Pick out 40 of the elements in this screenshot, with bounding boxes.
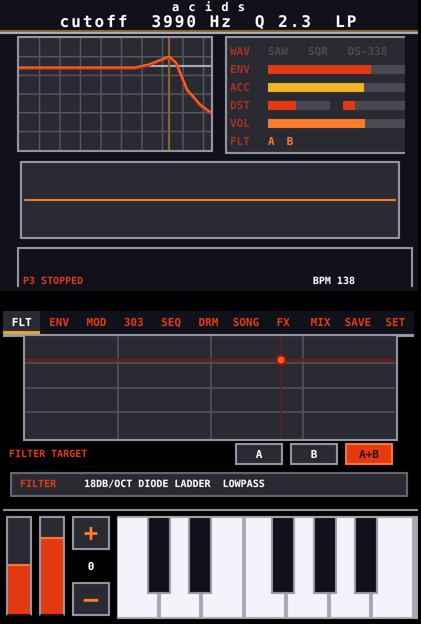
parameter-readout: 3990 Hz [151,14,233,30]
row-label: ACC [230,81,251,94]
vertical-slider[interactable] [39,516,65,616]
xy-pad[interactable] [23,334,398,441]
row-label: DST [230,99,251,112]
vertical-slider[interactable] [6,516,32,616]
tab[interactable]: FLT [3,311,40,334]
row-label: FLT [230,135,251,148]
plus-button[interactable]: + [72,516,110,550]
parameter-readout: cutoff [60,14,130,30]
tab[interactable]: ENV [40,311,78,334]
tab[interactable]: DRM [190,311,228,334]
tab[interactable]: 303 [115,311,152,334]
app-title: a c i d s [170,0,248,14]
piano-keyboard[interactable] [117,516,418,619]
target-button[interactable]: A+B [345,443,393,465]
parameter-readout: LP [335,14,358,30]
tab[interactable]: FX [264,311,302,334]
option-label: B [286,135,294,148]
parameter-readout: Q 2.3 [254,14,314,30]
pad-cursor[interactable] [276,354,286,366]
tab[interactable]: MIX [302,311,340,334]
target-button[interactable]: A [235,443,283,465]
filter-target-label: FILTER TARGET [9,448,88,460]
target-button[interactable]: B [290,443,338,465]
row-label: ENV [230,63,251,76]
filter-label: FILTER [20,479,56,490]
bpm-readout: BPM 138 [312,276,355,287]
tab[interactable]: SET [376,311,414,334]
tab[interactable]: MOD [78,311,116,334]
status-text: P3 STOPPED [23,276,84,287]
filter-type: 18DB/OCT DIODE LADDER LOWPASS [84,479,265,490]
row-label: WAV [230,45,251,58]
tab[interactable]: SONG [227,311,265,334]
minus-button[interactable]: — [72,582,110,616]
octave-value: 0 [88,560,94,572]
option-label: A [268,135,275,148]
tab[interactable]: SEQ [152,311,190,334]
tab[interactable]: SAVE [339,311,377,334]
row-label: VOL [230,117,251,130]
